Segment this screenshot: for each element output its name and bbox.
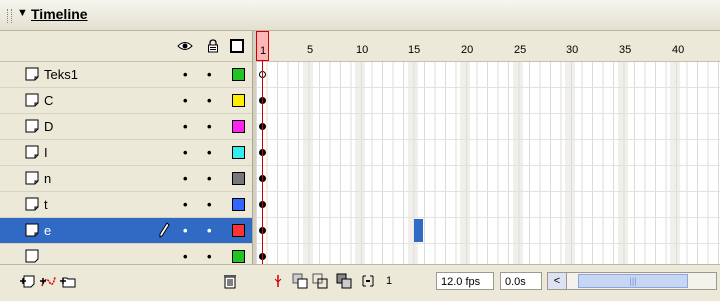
layer-name: Teks1 bbox=[44, 67, 78, 82]
outline-color-swatch[interactable] bbox=[232, 250, 245, 263]
frame-row-divider bbox=[256, 87, 720, 88]
layer-icon bbox=[25, 93, 39, 107]
layer-row-i[interactable]: I • • bbox=[0, 140, 252, 166]
playhead[interactable]: 1 bbox=[256, 31, 269, 61]
layer-row-n[interactable]: n • • bbox=[0, 166, 252, 192]
trash-icon[interactable] bbox=[222, 273, 238, 289]
visibility-dot[interactable]: • bbox=[183, 197, 188, 212]
layer-icon bbox=[25, 119, 39, 133]
layer-icon bbox=[25, 197, 39, 211]
layer-name: e bbox=[44, 223, 52, 238]
layer-icon bbox=[25, 223, 39, 237]
add-motion-guide-icon[interactable] bbox=[40, 273, 56, 289]
frame-row-divider bbox=[256, 217, 720, 218]
visibility-dot[interactable]: • bbox=[183, 67, 188, 82]
lock-dot[interactable]: • bbox=[207, 119, 212, 134]
layers-pane: Teks1 • • C • • D • • I • • n • • t • • bbox=[0, 31, 252, 265]
layer-icon bbox=[25, 249, 39, 263]
ruler-label: 20 bbox=[461, 44, 474, 56]
layers-header bbox=[0, 31, 252, 62]
layer-row-partial[interactable]: • • bbox=[0, 244, 252, 265]
layer-name: I bbox=[44, 145, 48, 160]
current-frame-value: 1 bbox=[386, 275, 393, 287]
insert-layer-folder-icon[interactable] bbox=[60, 273, 76, 289]
lock-dot[interactable]: • bbox=[207, 223, 212, 238]
collapse-arrow-icon[interactable]: ▼ bbox=[17, 7, 28, 19]
ruler-label: 10 bbox=[356, 44, 369, 56]
layer-row-e[interactable]: e • • bbox=[0, 218, 252, 244]
lock-icon[interactable] bbox=[206, 39, 220, 53]
onion-skin-outlines-icon[interactable] bbox=[312, 273, 328, 289]
frame-rate-field[interactable]: 12.0 fps bbox=[436, 272, 494, 290]
visibility-dot[interactable]: • bbox=[183, 249, 188, 264]
current-frame-field: 1 bbox=[382, 272, 430, 290]
frames-pane: 1 5 10 15 20 25 30 35 40 bbox=[256, 31, 720, 264]
layer-name: t bbox=[44, 197, 48, 212]
visibility-dot[interactable]: • bbox=[183, 93, 188, 108]
lock-dot[interactable]: • bbox=[207, 171, 212, 186]
frame-rate-value: 12.0 fps bbox=[441, 276, 481, 288]
frame-ruler[interactable]: 1 5 10 15 20 25 30 35 40 bbox=[256, 31, 720, 62]
layer-row-teks1[interactable]: Teks1 • • bbox=[0, 62, 252, 88]
frame-row-divider bbox=[256, 165, 720, 166]
onion-skin-icon[interactable] bbox=[292, 273, 308, 289]
lock-dot[interactable]: • bbox=[207, 93, 212, 108]
outline-color-swatch[interactable] bbox=[232, 68, 245, 81]
outline-color-swatch[interactable] bbox=[232, 120, 245, 133]
lock-dot[interactable]: • bbox=[207, 67, 212, 82]
edit-multiple-frames-icon[interactable] bbox=[336, 273, 352, 289]
layer-icon bbox=[25, 171, 39, 185]
selected-frame-15[interactable] bbox=[414, 219, 423, 242]
layer-name: n bbox=[44, 171, 52, 186]
frame-row-divider bbox=[256, 113, 720, 114]
ruler-label: 35 bbox=[619, 44, 632, 56]
playhead-frame-number: 1 bbox=[260, 45, 267, 57]
ruler-label: 30 bbox=[566, 44, 579, 56]
outline-color-swatch[interactable] bbox=[232, 224, 245, 237]
pencil-icon bbox=[159, 222, 170, 238]
lock-dot[interactable]: • bbox=[207, 197, 212, 212]
frame-row-divider bbox=[256, 139, 720, 140]
layer-row-t[interactable]: t • • bbox=[0, 192, 252, 218]
horizontal-scrollbar[interactable]: < ||| bbox=[547, 272, 717, 290]
frame-grid[interactable] bbox=[256, 62, 720, 264]
layer-row-d[interactable]: D • • bbox=[0, 114, 252, 140]
eye-icon[interactable] bbox=[177, 40, 193, 52]
layer-name: D bbox=[44, 119, 54, 134]
layer-name: C bbox=[44, 93, 54, 108]
elapsed-time-field: 0.0s bbox=[500, 272, 542, 290]
timeline-panel-header: ▼ Timeline bbox=[0, 0, 720, 31]
outline-color-swatch[interactable] bbox=[232, 146, 245, 159]
panel-grip[interactable] bbox=[7, 9, 12, 23]
center-frame-icon[interactable] bbox=[270, 273, 286, 289]
lock-dot[interactable]: • bbox=[207, 145, 212, 160]
outline-color-swatch[interactable] bbox=[232, 198, 245, 211]
layer-row-c[interactable]: C • • bbox=[0, 88, 252, 114]
scroll-thumb[interactable]: ||| bbox=[578, 274, 688, 288]
ruler-label: 15 bbox=[408, 44, 421, 56]
timeline-toolbar: 1 12.0 fps 0.0s < ||| bbox=[0, 264, 720, 301]
layer-icon bbox=[25, 67, 39, 81]
visibility-dot[interactable]: • bbox=[183, 223, 188, 238]
scroll-left-arrow-icon[interactable]: < bbox=[548, 273, 567, 289]
panel-title[interactable]: Timeline bbox=[31, 6, 88, 22]
visibility-dot[interactable]: • bbox=[183, 171, 188, 186]
elapsed-time-value: 0.0s bbox=[505, 276, 526, 288]
frame-row-divider bbox=[256, 243, 720, 244]
playhead-line bbox=[262, 61, 263, 264]
modify-onion-markers-icon[interactable] bbox=[360, 273, 376, 289]
lock-dot[interactable]: • bbox=[207, 249, 212, 264]
ruler-label: 5 bbox=[307, 44, 314, 56]
insert-layer-icon[interactable] bbox=[20, 273, 36, 289]
visibility-dot[interactable]: • bbox=[183, 145, 188, 160]
layer-icon bbox=[25, 145, 39, 159]
outline-color-swatch[interactable] bbox=[232, 94, 245, 107]
visibility-dot[interactable]: • bbox=[183, 119, 188, 134]
outline-color-swatch[interactable] bbox=[232, 172, 245, 185]
ruler-label: 40 bbox=[672, 44, 685, 56]
frame-row-divider bbox=[256, 191, 720, 192]
ruler-label: 25 bbox=[514, 44, 527, 56]
outline-icon[interactable] bbox=[230, 39, 244, 53]
